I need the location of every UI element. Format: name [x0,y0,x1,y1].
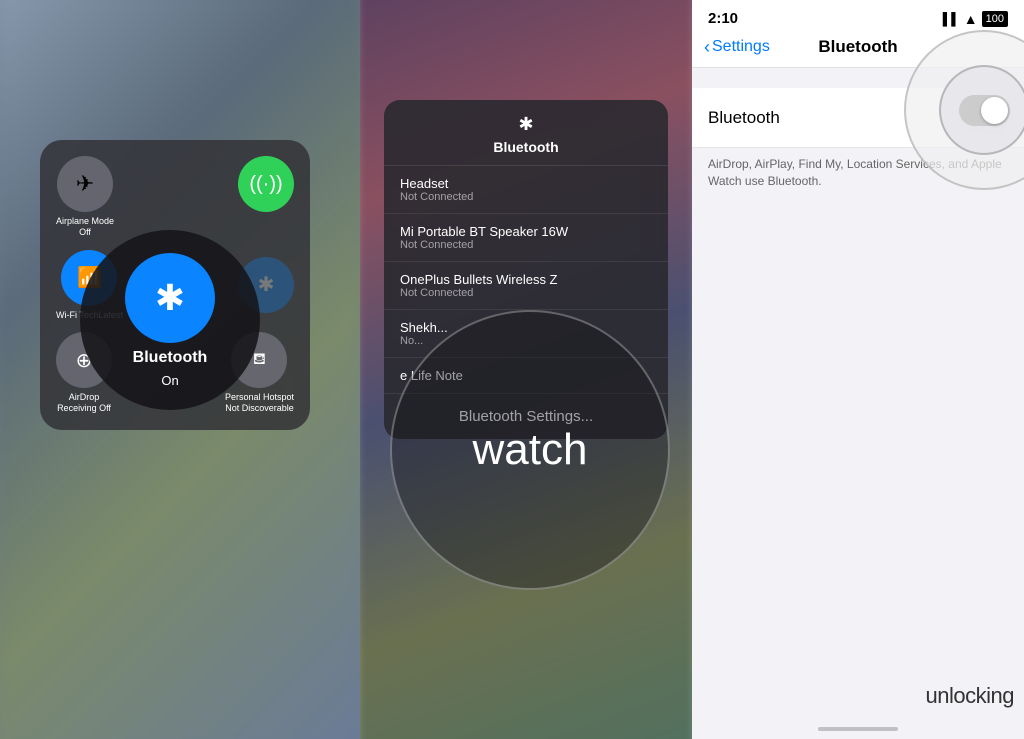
mid-panel: ✱ Bluetooth Headset Not Connected Mi Por… [360,0,692,739]
bluetooth-large-icon: ✱ [155,277,185,319]
watch-text: watch [473,425,588,474]
status-time: 2:10 [708,10,738,27]
circle-toggle [959,95,1010,126]
back-button[interactable]: ‹ Settings [704,37,770,58]
airplane-label: Airplane ModeOff [56,216,114,238]
wifi-toggle-tile[interactable]: ((·)) [238,156,294,238]
battery-icon: 100 [982,11,1008,27]
bluetooth-menu-header: ✱ Bluetooth [384,100,668,166]
device-status-oneplus: Not Connected [400,287,652,299]
back-label: Settings [712,38,770,56]
bluetooth-overlay-sub: On [161,373,178,388]
hotspot-icon: ⛾ [253,350,266,370]
bluetooth-circle-inner: ✱ [125,253,215,343]
bluetooth-icon: ✱ [258,272,275,297]
signal-icon: ▌▌ [943,12,960,26]
mid-circle-overlay: watch [390,310,670,590]
bluetooth-menu-title: Bluetooth [493,139,558,155]
device-name-oneplus: OnePlus Bullets Wireless Z [400,272,652,287]
right-circle-inner [939,65,1024,155]
airplane-tile[interactable]: ✈ Airplane ModeOff [56,156,114,238]
bluetooth-circle-overlay: ✱ Bluetooth On [80,230,260,410]
home-indicator [818,727,898,731]
device-status-headset: Not Connected [400,191,652,203]
watch-overlay-text: watch [473,425,588,475]
airplane-button[interactable]: ✈ [57,156,113,212]
circle-knob [981,97,1008,124]
cc-top-row: ✈ Airplane ModeOff ((·)) [56,156,294,238]
back-arrow-icon: ‹ [704,37,710,58]
status-bar: 2:10 ▌▌ ▲ 100 [692,0,1024,31]
wifi-status-icon: ▲ [964,11,978,27]
airplane-icon: ✈ [76,171,94,197]
hotspot-label: Personal HotspotNot Discoverable [225,392,294,414]
device-item-oneplus[interactable]: OnePlus Bullets Wireless Z Not Connected [384,262,668,310]
wifi-toggle-button[interactable]: ((·)) [238,156,294,212]
airdrop-label: AirDropReceiving Off [57,392,111,414]
bluetooth-overlay-label: Bluetooth [133,349,208,367]
device-status-mi-speaker: Not Connected [400,239,652,251]
device-name-headset: Headset [400,176,652,191]
nav-title: Bluetooth [818,37,897,57]
device-item-headset[interactable]: Headset Not Connected [384,166,668,214]
left-panel: ✈ Airplane ModeOff ((·)) 📶 Wi-Fi TechLat… [0,0,360,739]
wifi-toggle-icon: ((·)) [249,173,282,196]
bluetooth-menu-icon: ✱ [518,114,533,135]
unlocking-text: unlocking [926,683,1014,709]
device-name-mi-speaker: Mi Portable BT Speaker 16W [400,224,652,239]
right-panel: 2:10 ▌▌ ▲ 100 ‹ Settings Bluetooth Bluet… [692,0,1024,739]
status-icons: ▌▌ ▲ 100 [943,11,1008,27]
device-item-mi-speaker[interactable]: Mi Portable BT Speaker 16W Not Connected [384,214,668,262]
